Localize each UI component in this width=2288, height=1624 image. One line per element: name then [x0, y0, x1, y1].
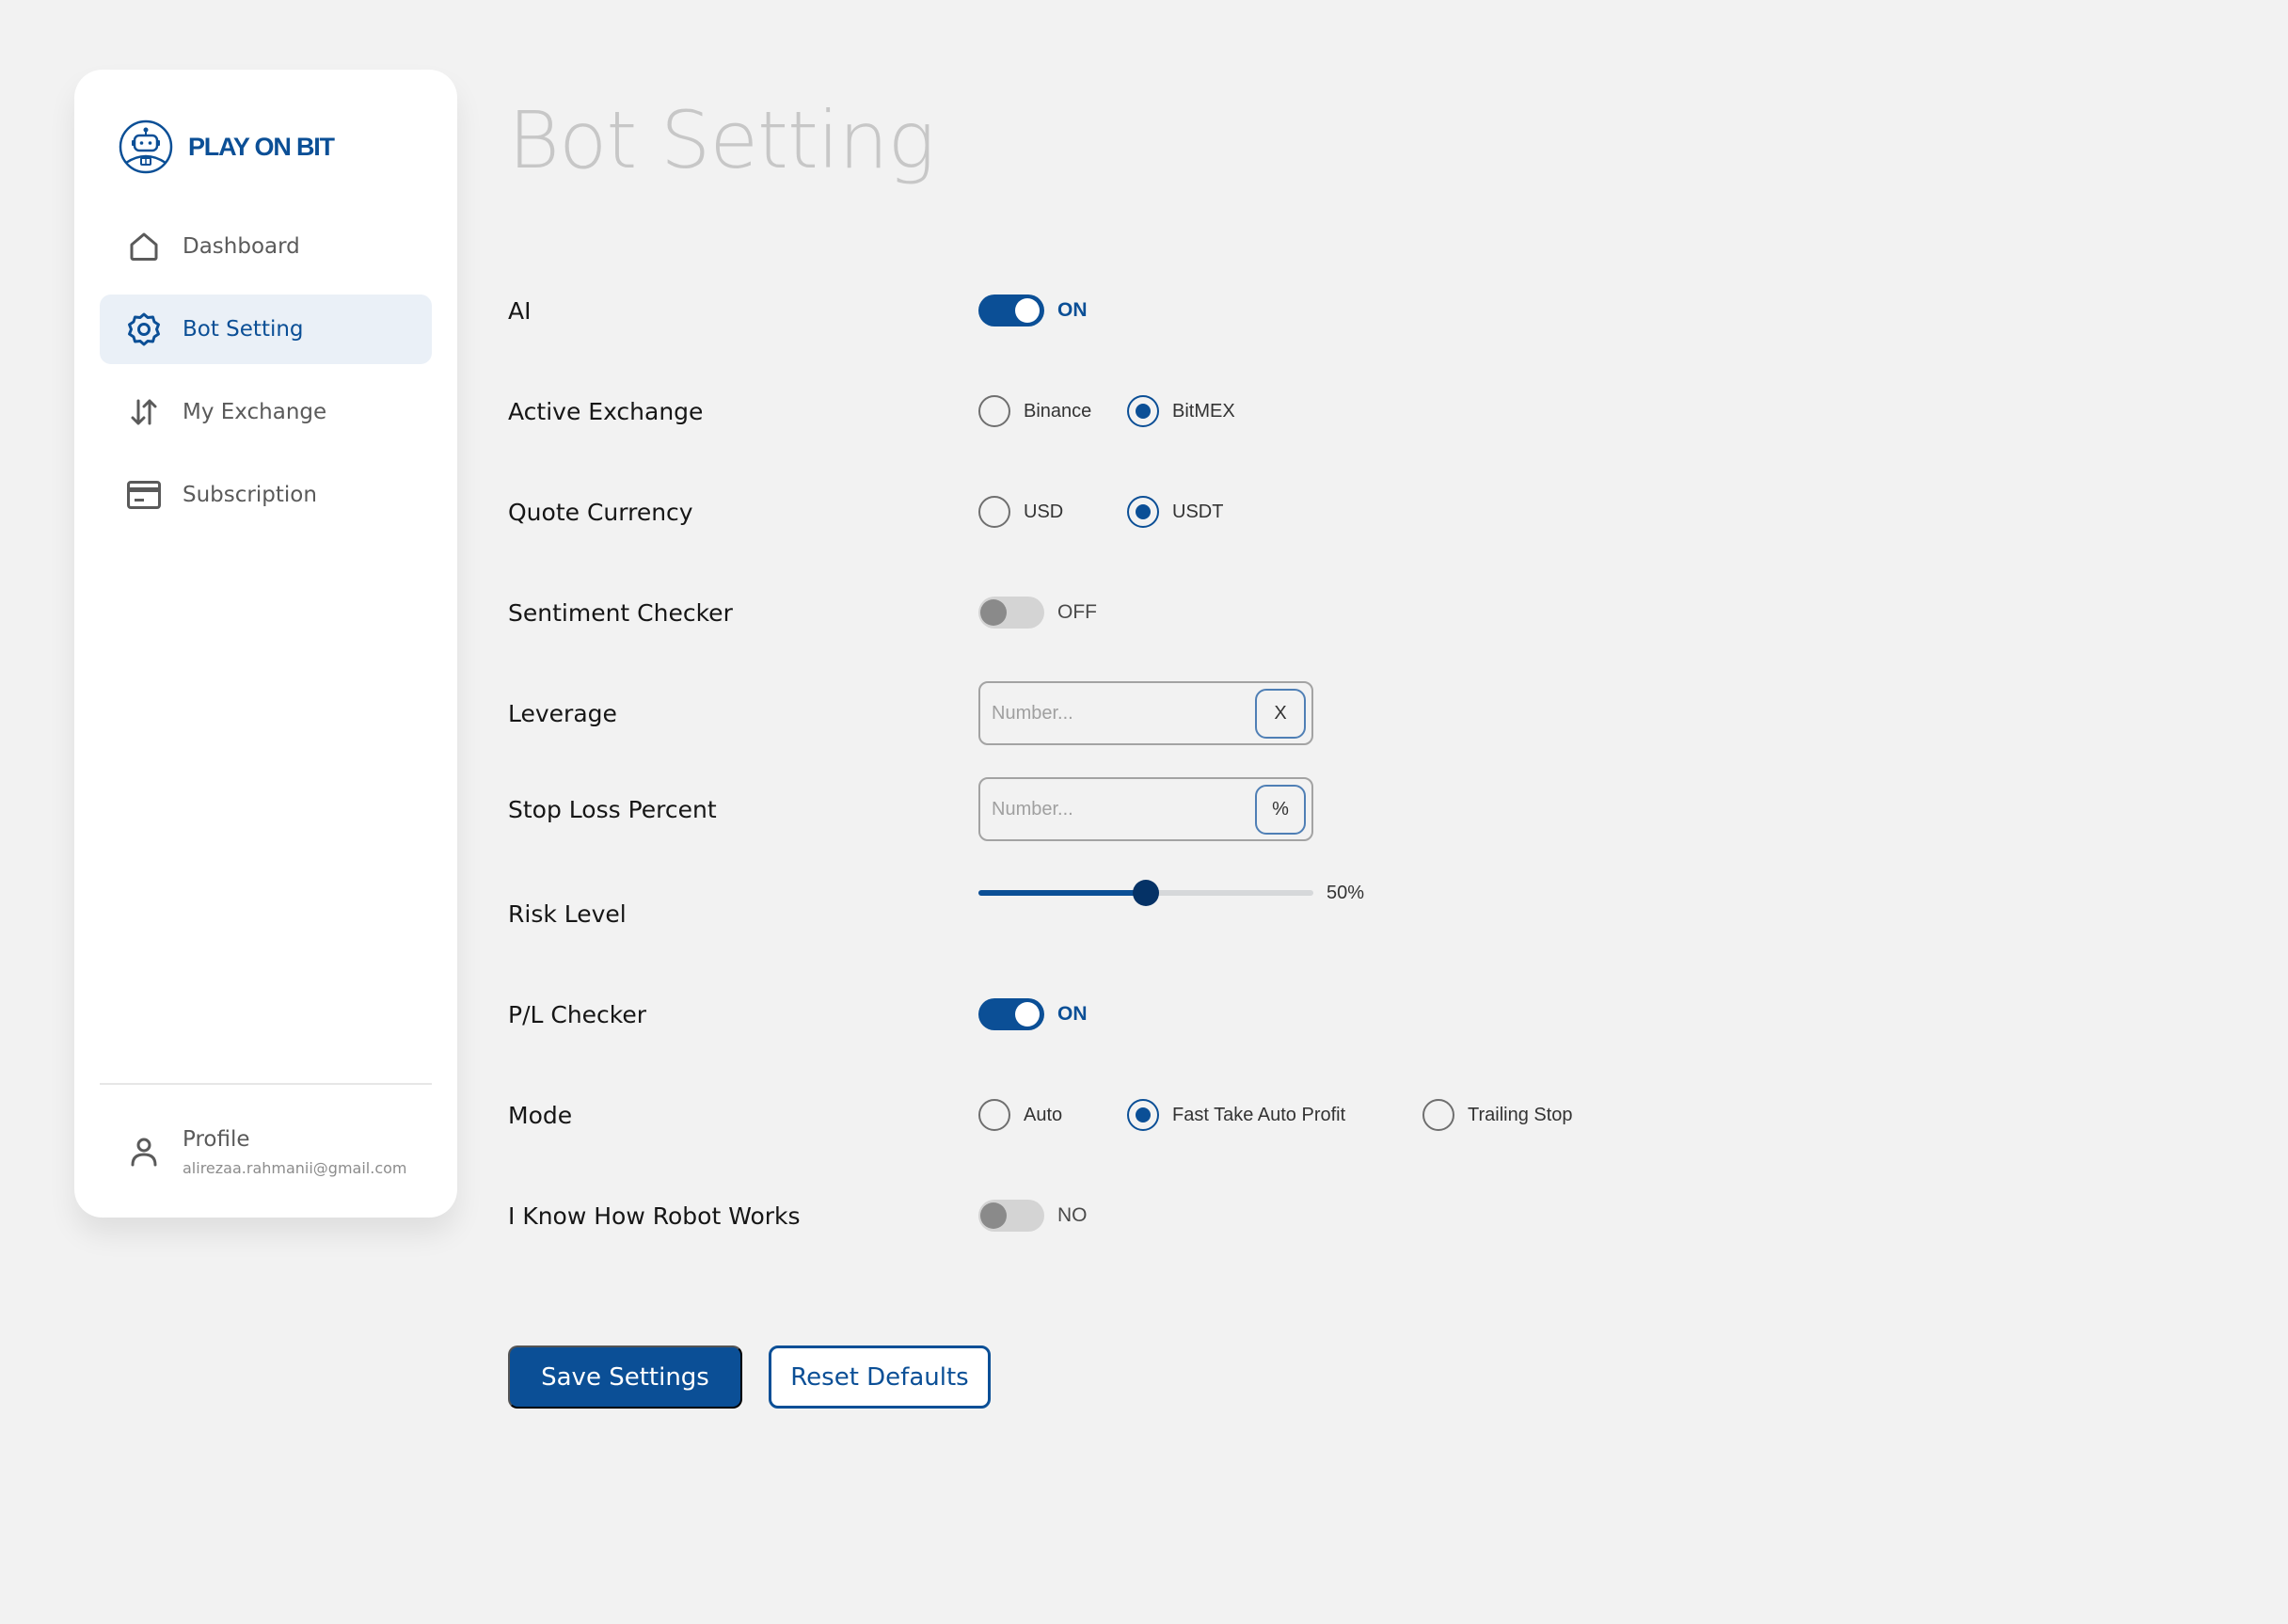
- radio-mode-trailing-stop[interactable]: Trailing Stop: [1422, 1099, 1573, 1131]
- risk-level-value: 50%: [1327, 882, 1365, 903]
- setting-label: Stop Loss Percent: [508, 795, 717, 823]
- pl-checker-state-text: ON: [1057, 1003, 1088, 1025]
- slider-thumb[interactable]: [1133, 880, 1159, 906]
- swap-vertical-icon: [126, 394, 162, 430]
- radio-label: Binance: [1024, 400, 1092, 422]
- sidebar-item-my-exchange[interactable]: My Exchange: [100, 377, 432, 447]
- radio-usdt[interactable]: USDT: [1127, 496, 1223, 528]
- radio-mode-auto[interactable]: Auto: [978, 1099, 1062, 1131]
- setting-label: Quote Currency: [508, 498, 693, 526]
- pl-checker-toggle[interactable]: [978, 998, 1044, 1030]
- robot-logo-icon: [119, 119, 173, 174]
- radio-circle[interactable]: [1422, 1099, 1454, 1131]
- page-title: Bot Setting: [508, 94, 935, 186]
- toggle-knob: [1015, 298, 1040, 323]
- radio-circle[interactable]: [978, 1099, 1010, 1131]
- leverage-input[interactable]: [980, 683, 1234, 743]
- setting-label: Mode: [508, 1101, 573, 1129]
- profile-link[interactable]: Profile alirezaa.rahmanii@gmail.com: [100, 1114, 432, 1189]
- home-icon: [126, 229, 162, 264]
- profile-email: alirezaa.rahmanii@gmail.com: [183, 1158, 407, 1177]
- brand-logo[interactable]: PLAY ON BIT: [119, 119, 335, 174]
- radio-label: Auto: [1024, 1104, 1063, 1125]
- risk-level-slider[interactable]: [978, 879, 1313, 907]
- sentiment-checker-toggle[interactable]: [978, 597, 1044, 629]
- gear-icon: [126, 311, 162, 347]
- leverage-unit-button[interactable]: X: [1255, 689, 1306, 739]
- radio-label: Fast Take Auto Profit: [1172, 1104, 1346, 1125]
- radio-circle[interactable]: [978, 395, 1010, 427]
- sidebar-item-subscription[interactable]: Subscription: [100, 460, 432, 530]
- ai-state-text: ON: [1057, 299, 1088, 321]
- slider-fill: [978, 890, 1146, 896]
- leverage-field: X: [978, 681, 1313, 745]
- setting-label: Leverage: [508, 699, 617, 727]
- radio-binance[interactable]: Binance: [978, 395, 1091, 427]
- brand-name: PLAY ON BIT: [188, 132, 335, 161]
- robot-works-toggle[interactable]: [978, 1200, 1044, 1232]
- setting-label: I Know How Robot Works: [508, 1202, 801, 1230]
- sidebar-item-label: Bot Setting: [183, 317, 304, 342]
- sidebar-item-dashboard[interactable]: Dashboard: [100, 212, 432, 281]
- stop-loss-field: %: [978, 777, 1313, 841]
- setting-label: Risk Level: [508, 900, 627, 928]
- setting-label: Active Exchange: [508, 397, 704, 425]
- radio-label: USDT: [1172, 501, 1224, 522]
- radio-mode-fast-take-auto-profit[interactable]: Fast Take Auto Profit: [1127, 1099, 1345, 1131]
- user-icon: [126, 1134, 162, 1170]
- setting-label: AI: [508, 296, 532, 325]
- sidebar-divider: [100, 1083, 432, 1085]
- stop-loss-unit-button[interactable]: %: [1255, 785, 1306, 835]
- sidebar-item-label: Subscription: [183, 483, 317, 507]
- toggle-knob: [980, 599, 1007, 626]
- robot-works-state-text: NO: [1057, 1204, 1088, 1226]
- radio-label: USD: [1024, 501, 1064, 522]
- reset-defaults-button[interactable]: Reset Defaults: [769, 1345, 991, 1409]
- profile-name: Profile: [183, 1126, 250, 1152]
- sentiment-checker-state-text: OFF: [1057, 601, 1097, 623]
- sidebar-item-label: Dashboard: [183, 234, 300, 259]
- radio-circle[interactable]: [1127, 1099, 1159, 1131]
- sidebar-item-label: My Exchange: [183, 400, 327, 424]
- radio-bitmex[interactable]: BitMEX: [1127, 395, 1235, 427]
- save-settings-button[interactable]: Save Settings: [508, 1345, 742, 1409]
- sidebar: PLAY ON BIT Dashboard Bot Setting My Exc…: [74, 70, 457, 1218]
- toggle-knob: [980, 1202, 1007, 1229]
- setting-label: Sentiment Checker: [508, 598, 733, 627]
- radio-label: BitMEX: [1172, 400, 1235, 422]
- stop-loss-input[interactable]: [980, 779, 1234, 839]
- sidebar-item-bot-setting[interactable]: Bot Setting: [100, 295, 432, 364]
- radio-circle[interactable]: [978, 496, 1010, 528]
- radio-usd[interactable]: USD: [978, 496, 1063, 528]
- radio-circle[interactable]: [1127, 395, 1159, 427]
- radio-circle[interactable]: [1127, 496, 1159, 528]
- setting-label: P/L Checker: [508, 1000, 647, 1028]
- toggle-knob: [1015, 1002, 1040, 1027]
- credit-card-icon: [126, 477, 162, 513]
- ai-toggle[interactable]: [978, 295, 1044, 326]
- radio-label: Trailing Stop: [1468, 1104, 1573, 1125]
